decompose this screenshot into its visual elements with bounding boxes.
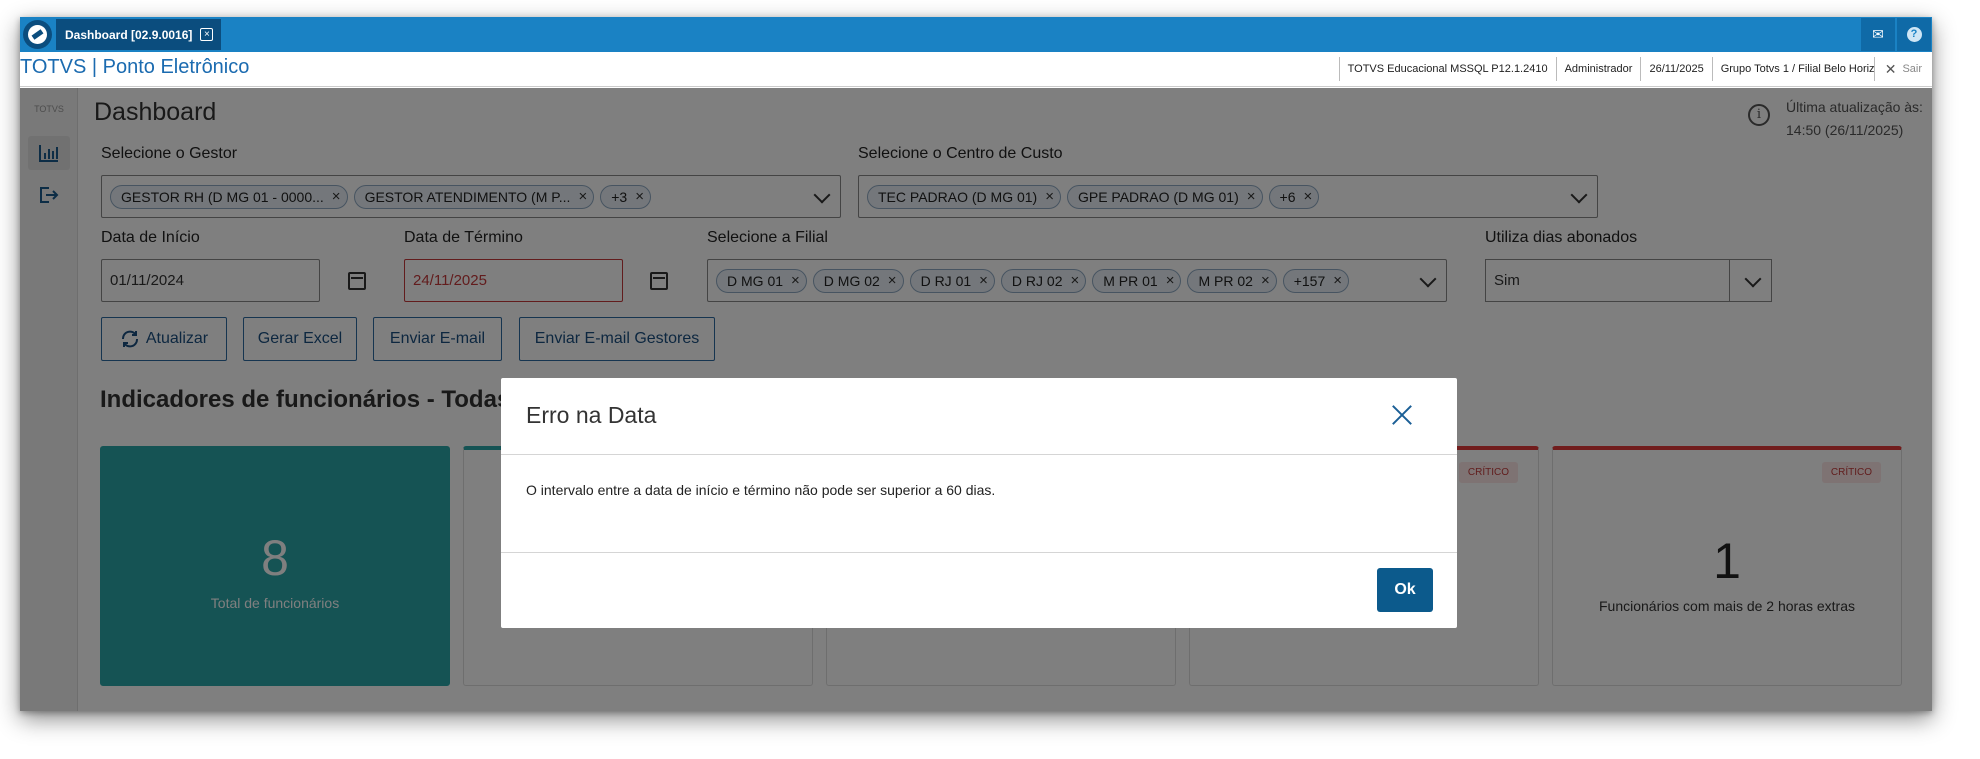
dialog-message: O intervalo entre a data de início e tér… (526, 482, 996, 498)
date-label: 26/11/2025 (1640, 57, 1711, 81)
totvs-logo-icon (23, 20, 52, 49)
tab-close-icon[interactable]: × (200, 28, 214, 41)
divider (501, 552, 1457, 553)
error-dialog: Erro na Data O intervalo entre a data de… (501, 378, 1457, 628)
ok-button[interactable]: Ok (1377, 568, 1433, 612)
brand-title: TOTVS | Ponto Eletrônico (20, 56, 250, 78)
mail-button[interactable]: ✉ (1861, 18, 1895, 51)
tab-label: Dashboard [02.9.0016] (65, 27, 193, 42)
session-info: TOTVS Educacional MSSQL P12.1.2410 Admin… (1338, 56, 1932, 82)
help-button[interactable]: ? (1897, 18, 1931, 51)
user-label: Administrador (1555, 57, 1641, 81)
app-window: Dashboard [02.9.0016] × ✉ ? TOTVS | Pont… (20, 17, 1932, 711)
dialog-title: Erro na Data (526, 402, 657, 428)
filial-label: Grupo Totvs 1 / Filial Belo Horizonte (1711, 57, 1874, 81)
environment-label: TOTVS Educacional MSSQL P12.1.2410 (1338, 57, 1556, 81)
mail-icon: ✉ (1872, 26, 1884, 42)
close-icon: ✕ (1884, 61, 1897, 77)
tab-dashboard[interactable]: Dashboard [02.9.0016] × (56, 19, 222, 50)
logout-button[interactable]: ✕ Sair (1873, 57, 1932, 81)
header-bar: TOTVS | Ponto Eletrônico TOTVS Educacion… (20, 52, 1932, 87)
close-icon[interactable] (1391, 404, 1413, 426)
help-icon: ? (1906, 27, 1922, 42)
title-bar: Dashboard [02.9.0016] × ✉ ? (20, 17, 1932, 52)
divider (501, 454, 1457, 455)
logout-label: Sair (1902, 63, 1922, 75)
